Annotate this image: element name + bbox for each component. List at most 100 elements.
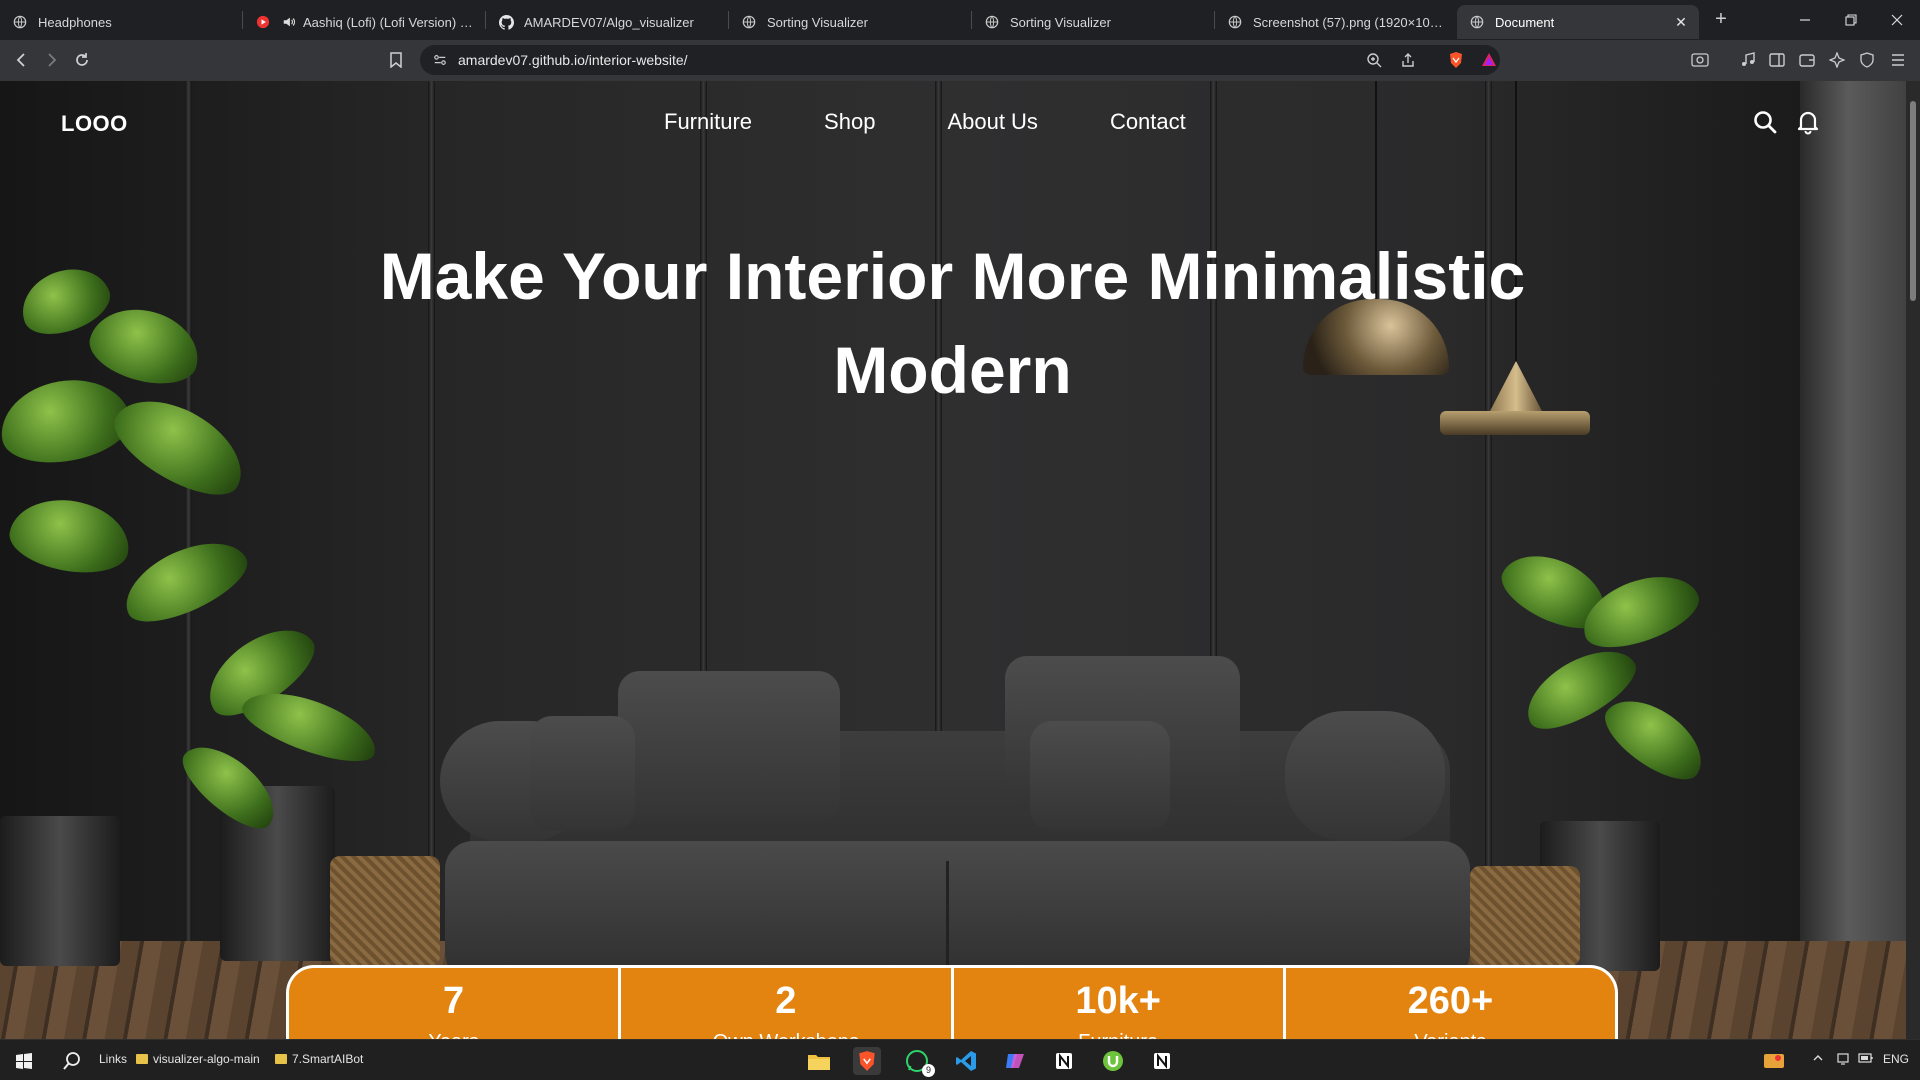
nav-about-us[interactable]: About Us [947, 109, 1038, 135]
address-bar[interactable]: amardev07.github.io/interior-website/ [420, 45, 1500, 75]
stat-label: Own Workshops [621, 1031, 950, 1039]
sidebar-icon[interactable] [1765, 48, 1789, 72]
vscode-icon[interactable] [952, 1047, 980, 1075]
utorrent-icon[interactable] [1099, 1047, 1127, 1075]
browser-tab-active[interactable]: Document ✕ [1457, 5, 1699, 39]
file-explorer-icon[interactable] [805, 1047, 833, 1075]
tab-title: Screenshot (57).png (1920×1080) [1253, 14, 1445, 30]
stat-label: Years [289, 1031, 618, 1039]
brave-browser-icon[interactable] [853, 1047, 881, 1075]
search-icon[interactable] [58, 1047, 86, 1075]
sofa-seat-divider [946, 861, 949, 971]
search-icon[interactable] [1752, 109, 1778, 135]
plant-pot [0, 816, 120, 966]
brave-shields-icon[interactable] [1444, 48, 1468, 72]
wallet-icon[interactable] [1795, 48, 1819, 72]
folder-icon [275, 1054, 287, 1064]
zoom-icon[interactable] [1362, 48, 1386, 72]
screenshot-icon[interactable] [1688, 48, 1712, 72]
sofa-cushion [618, 671, 840, 821]
url-text: amardev07.github.io/interior-website/ [458, 52, 688, 68]
close-window-icon[interactable] [1874, 0, 1920, 40]
stat-item: 2 Own Workshops [618, 968, 950, 1039]
sofa-seat [445, 841, 1470, 981]
stat-value: 7 [443, 980, 465, 1022]
pinned-folder-label: 7.SmartAIBot [292, 1052, 364, 1066]
bookmark-icon[interactable] [384, 48, 408, 72]
wicker-basket [1470, 866, 1580, 966]
browser-tab[interactable]: Aashiq (Lofi) (Lofi Version) - YouT [243, 5, 485, 39]
hero-heading-line: Modern [833, 333, 1072, 407]
leo-ai-icon[interactable] [1825, 48, 1849, 72]
notion-icon[interactable] [1148, 1047, 1176, 1075]
globe-icon [984, 14, 1000, 30]
stat-value: 10k+ [1075, 980, 1161, 1022]
restore-icon[interactable] [1828, 0, 1874, 40]
stat-value: 2 [775, 980, 797, 1022]
site-settings-icon[interactable] [428, 48, 452, 72]
language-indicator[interactable]: ENG [1883, 1052, 1909, 1066]
tab-title: Sorting Visualizer [1010, 14, 1111, 30]
stat-item: 260+ Variants [1282, 968, 1615, 1039]
battery-icon[interactable] [1858, 1052, 1874, 1067]
share-icon[interactable] [1396, 48, 1420, 72]
browser-tab[interactable]: Sorting Visualizer [972, 5, 1214, 39]
pinned-folder-label: visualizer-algo-main [153, 1052, 260, 1066]
links-toolbar-label[interactable]: Links [99, 1052, 127, 1066]
vpn-shield-icon[interactable] [1855, 48, 1879, 72]
nav-furniture[interactable]: Furniture [664, 109, 752, 135]
network-icon[interactable] [1836, 1052, 1850, 1069]
speaker-icon[interactable] [281, 14, 297, 30]
weather-flag-icon[interactable] [1760, 1047, 1788, 1075]
hero-heading-line: Make Your Interior More Minimalistic [379, 239, 1526, 313]
nav-contact[interactable]: Contact [1110, 109, 1186, 135]
wicker-basket [330, 856, 440, 966]
site-logo[interactable]: LOOO [61, 111, 128, 137]
tab-title: AMARDEV07/Algo_visualizer [524, 14, 694, 30]
folder-icon [136, 1054, 148, 1064]
page-scrollbar[interactable] [1906, 81, 1920, 1039]
browser-tab[interactable]: Screenshot (57).png (1920×1080) [1215, 5, 1457, 39]
browser-tab[interactable]: Sorting Visualizer [729, 5, 971, 39]
globe-icon [12, 14, 28, 30]
scrollbar-thumb[interactable] [1910, 101, 1916, 301]
stat-item: 7 Years [289, 968, 618, 1039]
plant-leaf [1573, 562, 1707, 660]
brave-rewards-icon[interactable] [1477, 48, 1501, 72]
minimize-icon[interactable] [1782, 0, 1828, 40]
plant-leaf [101, 380, 259, 512]
pinned-folder[interactable]: 7.SmartAIBot [275, 1052, 363, 1066]
music-icon[interactable] [1736, 48, 1760, 72]
globe-icon [1469, 14, 1485, 30]
whatsapp-icon[interactable]: 9 [903, 1047, 935, 1077]
stat-label: Furniture [954, 1031, 1283, 1039]
stone-pillar [1800, 81, 1920, 1039]
tab-strip: Headphones Aashiq (Lofi) (Lofi Version) … [0, 0, 1920, 40]
nav-shop[interactable]: Shop [824, 109, 875, 135]
throw-pillow [530, 716, 635, 831]
stat-value: 260+ [1407, 980, 1494, 1022]
notion-icon[interactable] [1050, 1047, 1078, 1075]
windows-taskbar: Links visualizer-algo-main 7.SmartAIBot … [0, 1039, 1920, 1080]
plant-leaf [4, 491, 136, 581]
windows-start-icon[interactable] [10, 1047, 38, 1075]
pinned-folder[interactable]: visualizer-algo-main [136, 1052, 260, 1066]
browser-tab[interactable]: Headphones [0, 5, 242, 39]
wall-panel-line [185, 81, 192, 961]
globe-icon [1227, 14, 1243, 30]
back-icon[interactable] [10, 48, 34, 72]
tray-chevron-icon[interactable] [1812, 1052, 1824, 1067]
forward-icon[interactable] [39, 48, 63, 72]
new-tab-button[interactable]: + [1707, 6, 1735, 34]
sofa-armrest [1285, 711, 1445, 841]
browser-tab[interactable]: AMARDEV07/Algo_visualizer [486, 5, 728, 39]
copilot-icon[interactable] [1001, 1047, 1029, 1075]
bell-icon[interactable] [1795, 109, 1821, 135]
stat-item: 10k+ Furniture [950, 968, 1283, 1039]
youtube-icon [255, 14, 271, 30]
reload-icon[interactable] [70, 48, 94, 72]
menu-icon[interactable] [1886, 48, 1910, 72]
wall-panel-line [1485, 81, 1492, 961]
close-tab-icon[interactable]: ✕ [1673, 14, 1689, 30]
tab-title: Sorting Visualizer [767, 14, 868, 30]
